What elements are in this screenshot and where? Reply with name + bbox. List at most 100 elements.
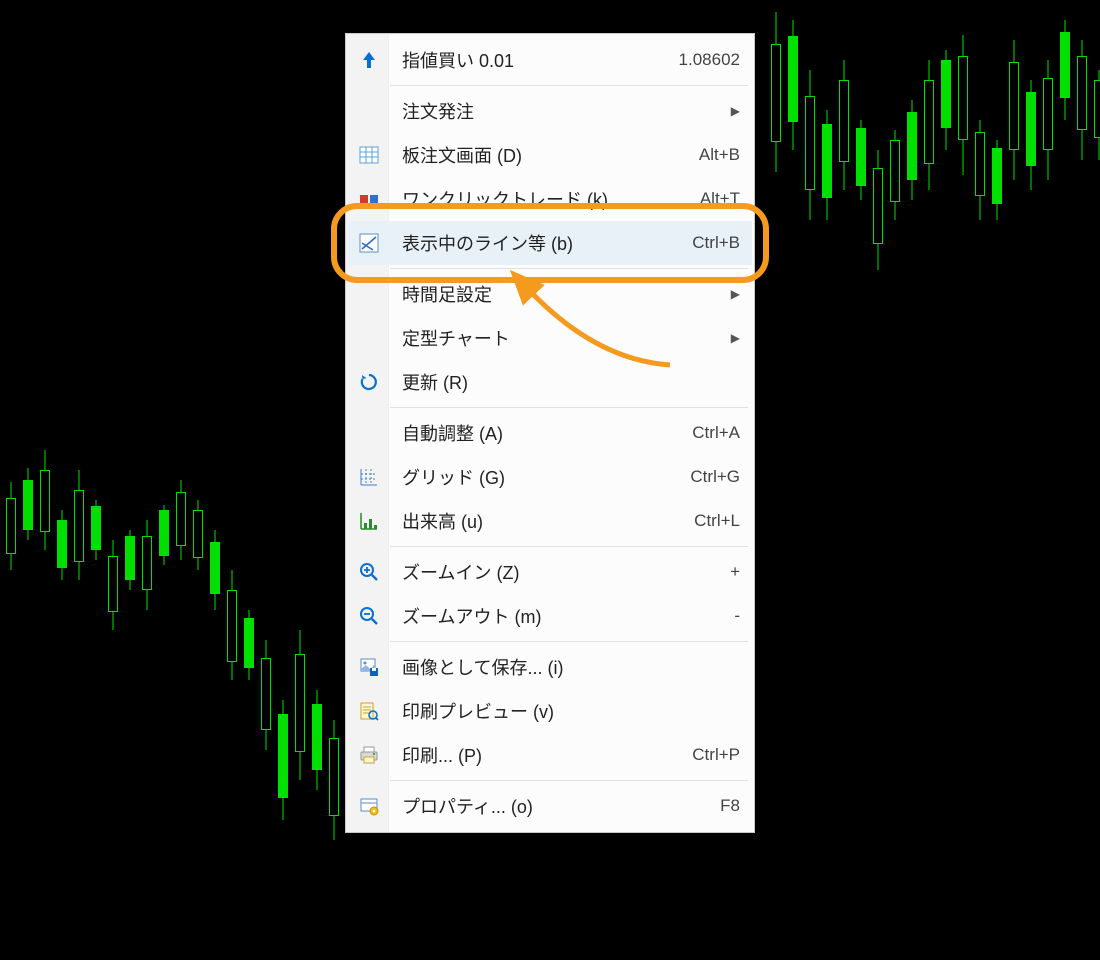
- menu-item-label: 更新 (R): [402, 369, 740, 395]
- candle: [1042, 0, 1054, 960]
- candle: [855, 0, 867, 960]
- menu-item-label: プロパティ... (o): [402, 793, 720, 819]
- candle: [889, 0, 901, 960]
- menu-item-dom[interactable]: 板注文画面 (D)Alt+B: [348, 133, 752, 177]
- oneclick-icon: [357, 187, 381, 211]
- candle: [124, 0, 136, 960]
- menu-item-oneclick[interactable]: ワンクリックトレード (k)Alt+T: [348, 177, 752, 221]
- menu-item-buy-limit[interactable]: 指値買い 0.011.08602: [348, 38, 752, 82]
- candle: [56, 0, 68, 960]
- candle: [90, 0, 102, 960]
- menu-separator: [390, 268, 748, 269]
- menu-item-auto-arrange[interactable]: 自動調整 (A)Ctrl+A: [348, 411, 752, 455]
- menu-item-shortcut: F8: [720, 796, 740, 816]
- candle: [940, 0, 952, 960]
- zoom-in-icon: [357, 560, 381, 584]
- menu-item-label: 指値買い 0.01: [402, 47, 679, 73]
- candle: [1076, 0, 1088, 960]
- candle: [5, 0, 17, 960]
- menu-item-save-image[interactable]: 画像として保存... (i): [348, 645, 752, 689]
- menu-item-shortcut: Ctrl+B: [692, 233, 740, 253]
- candle: [141, 0, 153, 960]
- menu-item-new-order[interactable]: 注文発注▶: [348, 89, 752, 133]
- candle: [1025, 0, 1037, 960]
- candle: [1059, 0, 1071, 960]
- lines-icon: [357, 231, 381, 255]
- candle: [974, 0, 986, 960]
- candle: [260, 0, 272, 960]
- menu-item-print[interactable]: 印刷... (P)Ctrl+P: [348, 733, 752, 777]
- submenu-arrow-icon: ▶: [731, 331, 740, 345]
- volumes-icon: [357, 509, 381, 533]
- candle: [311, 0, 323, 960]
- menu-item-shortcut: 1.08602: [679, 50, 740, 70]
- menu-item-shortcut: Ctrl+A: [692, 423, 740, 443]
- candle: [175, 0, 187, 960]
- dom-icon: [357, 143, 381, 167]
- menu-item-label: 板注文画面 (D): [402, 142, 699, 168]
- candle: [923, 0, 935, 960]
- candle: [906, 0, 918, 960]
- submenu-arrow-icon: ▶: [731, 287, 740, 301]
- menu-item-grid[interactable]: グリッド (G)Ctrl+G: [348, 455, 752, 499]
- candle: [787, 0, 799, 960]
- candle: [158, 0, 170, 960]
- menu-item-label: 自動調整 (A): [402, 420, 692, 446]
- menu-item-volumes[interactable]: 出来高 (u)Ctrl+L: [348, 499, 752, 543]
- menu-item-zoom-in[interactable]: ズームイン (Z)+: [348, 550, 752, 594]
- zoom-out-icon: [357, 604, 381, 628]
- candle: [872, 0, 884, 960]
- menu-separator: [390, 546, 748, 547]
- menu-item-print-preview[interactable]: 印刷プレビュー (v): [348, 689, 752, 733]
- submenu-arrow-icon: ▶: [731, 104, 740, 118]
- candle: [328, 0, 340, 960]
- candle: [107, 0, 119, 960]
- menu-separator: [390, 780, 748, 781]
- menu-item-label: ズームイン (Z): [402, 559, 730, 585]
- arrow-up-icon: [357, 48, 381, 72]
- save-image-icon: [357, 655, 381, 679]
- menu-item-timeframes[interactable]: 時間足設定▶: [348, 272, 752, 316]
- candle: [226, 0, 238, 960]
- menu-item-properties[interactable]: プロパティ... (o)F8: [348, 784, 752, 828]
- menu-item-label: 印刷... (P): [402, 742, 692, 768]
- menu-separator: [390, 641, 748, 642]
- menu-item-shortcut: Alt+T: [700, 189, 740, 209]
- menu-item-label: 画像として保存... (i): [402, 654, 740, 680]
- properties-icon: [357, 794, 381, 818]
- candle: [22, 0, 34, 960]
- menu-item-shortcut: Ctrl+G: [690, 467, 740, 487]
- candle: [209, 0, 221, 960]
- candle: [294, 0, 306, 960]
- candle: [243, 0, 255, 960]
- menu-item-label: 定型チャート: [402, 325, 731, 351]
- menu-item-zoom-out[interactable]: ズームアウト (m)-: [348, 594, 752, 638]
- menu-item-object-list[interactable]: 表示中のライン等 (b)Ctrl+B: [348, 221, 752, 265]
- print-icon: [357, 743, 381, 767]
- menu-item-shortcut: -: [734, 606, 740, 626]
- menu-item-shortcut: +: [730, 562, 740, 582]
- candle: [73, 0, 85, 960]
- menu-item-shortcut: Ctrl+L: [694, 511, 740, 531]
- candle: [804, 0, 816, 960]
- candle: [1008, 0, 1020, 960]
- menu-item-templates[interactable]: 定型チャート▶: [348, 316, 752, 360]
- menu-item-shortcut: Ctrl+P: [692, 745, 740, 765]
- candle: [277, 0, 289, 960]
- context-menu: 指値買い 0.011.08602注文発注▶板注文画面 (D)Alt+Bワンクリッ…: [345, 33, 755, 833]
- candle: [1093, 0, 1100, 960]
- menu-separator: [390, 85, 748, 86]
- grid-icon: [357, 465, 381, 489]
- menu-item-label: 表示中のライン等 (b): [402, 230, 692, 256]
- print-preview-icon: [357, 699, 381, 723]
- menu-item-label: 注文発注: [402, 98, 731, 124]
- candle: [39, 0, 51, 960]
- candle: [821, 0, 833, 960]
- menu-item-refresh[interactable]: 更新 (R): [348, 360, 752, 404]
- candle: [192, 0, 204, 960]
- menu-separator: [390, 407, 748, 408]
- menu-item-label: 出来高 (u): [402, 508, 694, 534]
- menu-item-label: ワンクリックトレード (k): [402, 186, 700, 212]
- menu-item-shortcut: Alt+B: [699, 145, 740, 165]
- candle: [770, 0, 782, 960]
